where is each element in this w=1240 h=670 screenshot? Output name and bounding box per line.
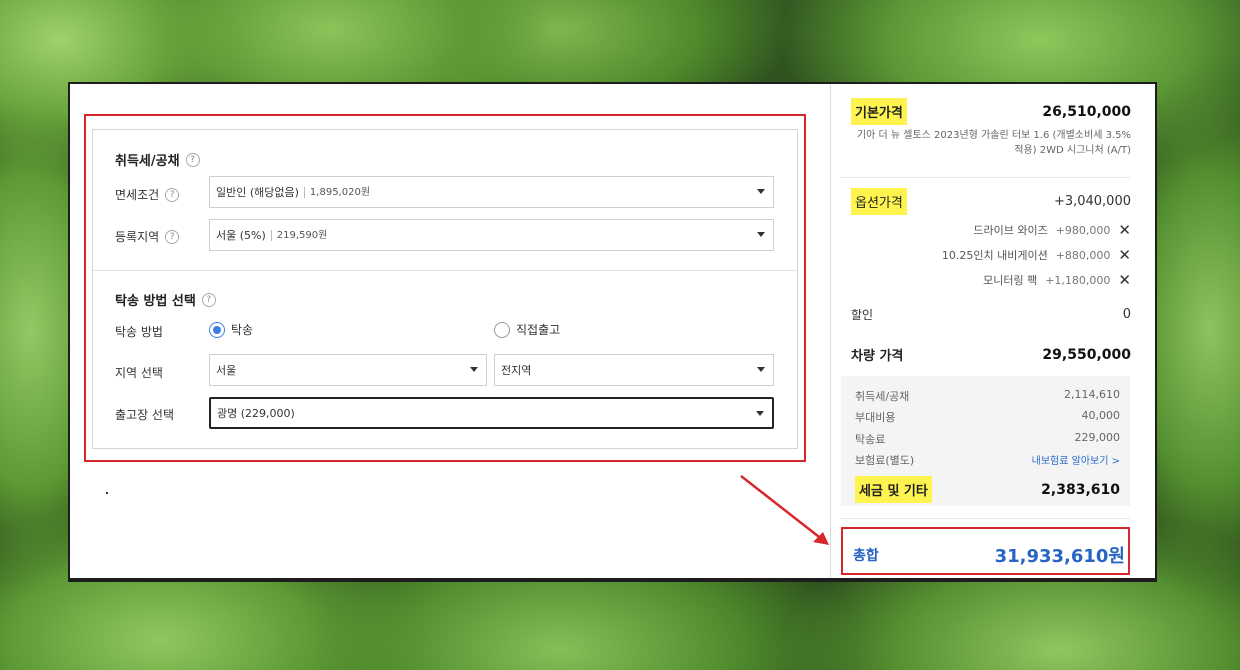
close-icon[interactable]: ✕	[1118, 248, 1131, 263]
area-label-text: 지역 선택	[115, 366, 163, 380]
option-price-label: 옵션가격	[851, 188, 907, 215]
discount-label: 할인	[851, 308, 874, 322]
total-label: 총합	[853, 548, 879, 564]
fee-row: 부대비용 40,000	[855, 409, 1120, 425]
center-select[interactable]: 광명 (229,000)	[209, 397, 774, 429]
exemption-label: 면세조건 ?	[115, 186, 180, 203]
model-description: 기아 더 뉴 셀토스 2023년형 가솔린 터보 1.6 (개별소비세 3.5%…	[856, 130, 1131, 156]
option-item: 10.25인치 내비게이션 +880,000 ✕	[942, 247, 1131, 263]
region-label-text: 등록지역	[115, 230, 160, 244]
center-value: 광명 (229,000)	[217, 407, 295, 420]
exemption-value: 일반인 (해당없음)	[216, 186, 299, 199]
fee-row: 탁송료 229,000	[855, 431, 1120, 447]
area-sub-select[interactable]: 전지역	[494, 354, 774, 386]
close-icon[interactable]: ✕	[1118, 223, 1131, 238]
option-item: 모니터링 팩 +1,180,000 ✕	[983, 272, 1131, 288]
radio-pickup[interactable]: 직접출고	[494, 321, 560, 338]
area-sub-value: 전지역	[501, 364, 532, 377]
method-label-text: 탁송 방법	[115, 325, 163, 339]
tax-section-title: 취득세/공채 ?	[115, 150, 200, 169]
area-value: 서울	[216, 364, 237, 377]
price-summary: 기본가격 26,510,000 기아 더 뉴 셀토스 2023년형 가솔린 터보…	[830, 84, 1157, 578]
help-icon[interactable]: ?	[165, 229, 180, 244]
exemption-select[interactable]: 일반인 (해당없음) 1,895,020원	[209, 176, 774, 208]
fee-value: 229,000	[1074, 431, 1121, 444]
section-divider	[93, 270, 797, 271]
center-label: 출고장 선택	[115, 406, 174, 423]
stray-dot	[106, 492, 108, 494]
option-price: +880,000	[1055, 248, 1111, 262]
radio-checked-icon	[209, 321, 225, 338]
region-select[interactable]: 서울 (5%) 219,590원	[209, 219, 774, 251]
caret-down-icon	[470, 367, 478, 372]
fee-name: 탁송료	[855, 433, 886, 446]
close-icon[interactable]: ✕	[1118, 273, 1131, 288]
separator	[841, 518, 1130, 519]
delivery-section-title: 탁송 방법 선택 ?	[115, 290, 216, 309]
tax-etc-label: 세금 및 기타	[855, 476, 932, 503]
area-select[interactable]: 서울	[209, 354, 487, 386]
help-icon[interactable]: ?	[165, 187, 180, 202]
option-price-row: 옵션가격 +3,040,000	[851, 188, 1131, 215]
options-form: 취득세/공채 ? 면세조건 ? 일반인 (해당없음) 1,895,020원 등록…	[70, 84, 830, 578]
help-icon[interactable]: ?	[185, 152, 200, 167]
form-container: 취득세/공채 ? 면세조건 ? 일반인 (해당없음) 1,895,020원 등록…	[92, 129, 798, 449]
region-value: 서울 (5%)	[216, 229, 266, 242]
separator	[841, 177, 1130, 178]
estimate-panel: 취득세/공채 ? 면세조건 ? 일반인 (해당없음) 1,895,020원 등록…	[68, 82, 1157, 582]
help-icon[interactable]: ?	[201, 292, 216, 307]
area-label: 지역 선택	[115, 364, 163, 381]
exemption-amount: 1,895,020원	[303, 186, 370, 198]
fee-row: 취득세/공채 2,114,610	[855, 388, 1120, 404]
base-price-row: 기본가격 26,510,000	[851, 98, 1131, 125]
base-price-value: 26,510,000	[1042, 103, 1131, 120]
option-price: +1,180,000	[1045, 273, 1111, 287]
fee-name: 보험료(별도)	[855, 454, 915, 467]
annotation-arrow-icon	[740, 475, 829, 545]
fees-box: 취득세/공채 2,114,610 부대비용 40,000 탁송료 229,000…	[841, 376, 1130, 506]
base-price-label: 기본가격	[851, 98, 907, 125]
radio-unchecked-icon	[494, 321, 510, 338]
exemption-label-text: 면세조건	[115, 188, 160, 202]
option-name: 모니터링 팩	[983, 274, 1038, 287]
option-name: 드라이브 와이즈	[973, 224, 1048, 237]
fee-name: 부대비용	[855, 411, 896, 424]
radio-delivery-label: 탁송	[231, 323, 254, 337]
insurance-link[interactable]: 내보험료 알아보기 >	[1032, 452, 1120, 468]
fee-value: 2,114,610	[1064, 388, 1120, 401]
caret-down-icon	[756, 411, 764, 416]
caret-down-icon	[757, 367, 765, 372]
option-name: 10.25인치 내비게이션	[941, 249, 1048, 262]
car-price-label: 차량 가격	[851, 349, 904, 364]
delivery-title-text: 탁송 방법 선택	[115, 294, 196, 309]
center-label-text: 출고장 선택	[115, 408, 175, 422]
car-price-value: 29,550,000	[1042, 346, 1131, 363]
caret-down-icon	[757, 232, 765, 237]
car-price-row: 차량 가격 29,550,000	[851, 345, 1131, 365]
option-item: 드라이브 와이즈 +980,000 ✕	[973, 222, 1131, 238]
radio-pickup-label: 직접출고	[516, 323, 561, 337]
radio-delivery[interactable]: 탁송	[209, 321, 253, 338]
discount-row: 할인 0	[851, 306, 1131, 323]
discount-value: 0	[1122, 307, 1131, 322]
total-row: 총합 31,933,610원	[853, 542, 1125, 568]
region-amount: 219,590원	[270, 229, 327, 241]
tax-etc-row: 세금 및 기타 2,383,610	[855, 476, 1120, 503]
tax-etc-value: 2,383,610	[1041, 481, 1120, 498]
fee-value: 40,000	[1081, 409, 1121, 422]
tax-title-text: 취득세/공채	[115, 154, 180, 169]
option-price-value: +3,040,000	[1053, 194, 1131, 209]
method-label: 탁송 방법	[115, 323, 163, 340]
fee-name: 취득세/공채	[855, 390, 910, 403]
caret-down-icon	[757, 189, 765, 194]
option-price: +980,000	[1055, 223, 1111, 237]
region-label: 등록지역 ?	[115, 228, 180, 245]
total-value: 31,933,610원	[994, 546, 1125, 567]
fee-row: 보험료(별도) 내보험료 알아보기 >	[855, 452, 1120, 468]
